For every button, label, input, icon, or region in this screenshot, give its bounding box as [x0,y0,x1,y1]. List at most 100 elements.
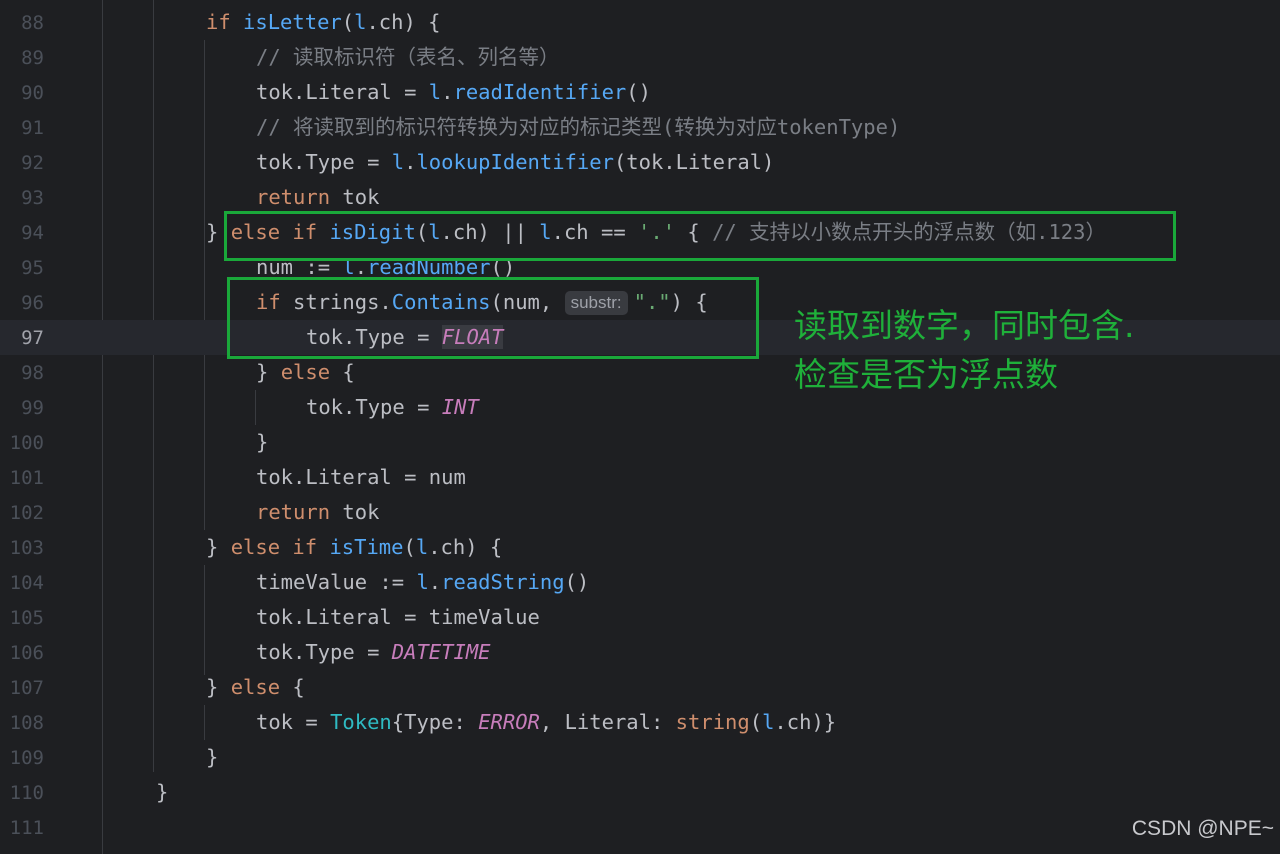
code-token: if [206,10,231,34]
code-line[interactable]: 90 tok.Literal = l.readIdentifier() [0,75,1280,110]
code-token: { [330,360,355,384]
code-text[interactable]: } [256,428,268,456]
code-text[interactable]: tok.Literal = num [256,463,466,491]
highlight-box-else-if-isdigit [224,211,1176,261]
code-token: l [391,150,405,174]
code-token: .ch) { [428,535,503,559]
code-line[interactable]: 105 tok.Literal = timeValue [0,600,1280,635]
code-text[interactable]: if isLetter(l.ch) { [206,8,441,36]
code-text[interactable]: tok.Type = INT [306,393,479,421]
code-token: else [230,535,281,559]
code-line[interactable]: 103 } else if isTime(l.ch) { [0,530,1280,565]
line-number[interactable]: 109 [0,745,44,771]
code-line[interactable]: 102 return tok [0,495,1280,530]
line-number[interactable]: 96 [0,290,44,316]
code-token: tok [330,500,380,524]
line-number[interactable]: 108 [0,710,44,736]
code-text[interactable]: return tok [256,183,379,211]
line-number[interactable]: 103 [0,535,44,561]
line-number[interactable]: 111 [0,815,44,841]
line-number[interactable]: 100 [0,430,44,456]
code-token: l [415,535,429,559]
code-token: , Literal: [539,710,676,734]
code-token: } [256,360,281,384]
code-token: tok.Literal = [256,80,429,104]
line-number[interactable]: 104 [0,570,44,596]
code-line[interactable]: 111 [0,810,1280,845]
line-number[interactable]: 102 [0,500,44,526]
code-line[interactable]: 89 // 读取标识符（表名、列名等） [0,40,1280,75]
code-text[interactable]: timeValue := l.readString() [256,568,589,596]
code-line[interactable]: 92 tok.Type = l.lookupIdentifier(tok.Lit… [0,145,1280,180]
code-text[interactable]: tok = Token{Type: ERROR, Literal: string… [256,708,836,736]
code-line[interactable]: 107 } else { [0,670,1280,705]
code-text[interactable]: tok.Type = l.lookupIdentifier(tok.Litera… [256,148,774,176]
code-comment[interactable]: // 将读取到的标识符转换为对应的标记类型(转换为对应tokenType) [256,113,900,141]
code-text[interactable]: tok.Type = DATETIME [256,638,491,666]
code-comment[interactable]: // 读取标识符（表名、列名等） [256,43,560,71]
code-token: readString [441,570,565,594]
code-line[interactable]: 98 } else { [0,355,1280,390]
line-number[interactable]: 90 [0,80,44,106]
code-text[interactable]: } else { [206,673,305,701]
line-number[interactable]: 95 [0,255,44,281]
code-text[interactable]: tok.Literal = timeValue [256,603,540,631]
line-number[interactable]: 105 [0,605,44,631]
line-number[interactable]: 92 [0,150,44,176]
code-token: tok [330,185,380,209]
code-token: tok = [256,710,331,734]
line-number[interactable]: 88 [0,10,44,36]
line-number[interactable]: 110 [0,780,44,806]
code-line[interactable]: 108 tok = Token{Type: ERROR, Literal: st… [0,705,1280,740]
code-token: else [230,675,281,699]
code-token: . [404,150,417,174]
code-token: timeValue := [256,570,417,594]
code-token: (tok.Literal) [613,150,775,174]
code-line[interactable]: 101 tok.Literal = num [0,460,1280,495]
code-text[interactable]: tok.Literal = l.readIdentifier() [256,78,651,106]
code-token: isLetter [243,10,342,34]
line-number[interactable]: 106 [0,640,44,666]
code-token: l [416,570,429,594]
code-token: } [206,675,231,699]
code-token: string [675,710,750,734]
code-text[interactable]: } else if isTime(l.ch) { [206,533,502,561]
code-token: l [762,710,775,734]
code-token: readIdentifier [453,80,627,104]
code-line[interactable]: 88 if isLetter(l.ch) { [0,5,1280,40]
code-text[interactable]: } [156,778,168,806]
code-token: INT [441,395,479,419]
code-token: lookupIdentifier [416,150,614,174]
code-line[interactable]: 104 timeValue := l.readString() [0,565,1280,600]
line-number[interactable]: 107 [0,675,44,701]
watermark: CSDN @NPE~ [1131,817,1274,840]
code-line[interactable]: 109 } [0,740,1280,775]
line-number[interactable]: 93 [0,185,44,211]
code-line[interactable]: 110 } [0,775,1280,810]
line-number[interactable]: 99 [0,395,44,421]
code-editor[interactable]: 88 if isLetter(l.ch) { 89 // 读取标识符（表名、列名… [0,0,1280,854]
code-line[interactable]: 106 tok.Type = DATETIME [0,635,1280,670]
code-text[interactable]: } else { [256,358,355,386]
line-number[interactable]: 101 [0,465,44,491]
code-token: ( [341,10,355,34]
code-line[interactable]: 93 return tok [0,180,1280,215]
code-token: () [564,570,590,594]
code-token: isTime [329,535,404,559]
line-number[interactable]: 91 [0,115,44,141]
code-token: tok.Type = [306,395,442,419]
code-text[interactable]: return tok [256,498,379,526]
code-text[interactable]: } [206,743,218,771]
code-line[interactable]: 100 } [0,425,1280,460]
code-token: tok.Type = [256,150,392,174]
line-number[interactable]: 97 [0,325,44,351]
line-number[interactable]: 94 [0,220,44,246]
line-number[interactable]: 89 [0,45,44,71]
line-number[interactable]: 98 [0,360,44,386]
code-line[interactable]: 99 tok.Type = INT [0,390,1280,425]
code-token: } [206,535,231,559]
code-token: . [428,570,442,594]
code-token: .ch) { [366,10,441,34]
code-line[interactable]: 91 // 将读取到的标识符转换为对应的标记类型(转换为对应tokenType) [0,110,1280,145]
